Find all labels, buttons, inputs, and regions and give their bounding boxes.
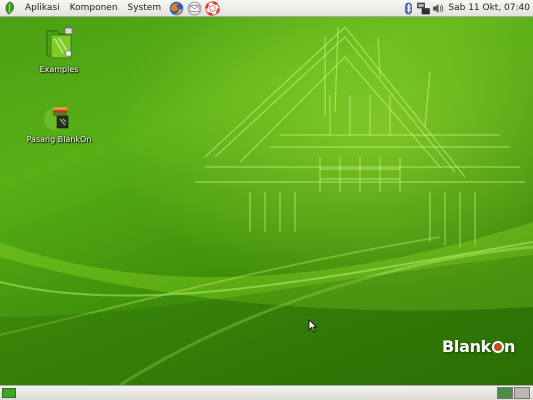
desktop[interactable]: Examples Pasang BlankOn Blank n	[0, 17, 533, 385]
system-tray: Sab 11 Okt, 07:40	[400, 0, 533, 17]
workspace-1[interactable]	[497, 387, 513, 399]
brand-text-start: Blank	[442, 337, 492, 356]
help-icon[interactable]	[205, 0, 221, 16]
show-desktop-button[interactable]	[2, 388, 16, 398]
bluetooth-icon[interactable]	[402, 2, 415, 15]
volume-icon[interactable]	[432, 2, 445, 15]
menu-komponen[interactable]: Komponen	[65, 0, 123, 17]
firefox-icon[interactable]	[169, 1, 184, 16]
desktop-icon-pasang-blankon[interactable]: Pasang BlankOn	[24, 101, 94, 145]
main-menu-logo-icon[interactable]	[3, 1, 17, 15]
mail-icon[interactable]	[187, 1, 202, 16]
desktop-icon-examples[interactable]: Examples	[24, 24, 94, 75]
desktop-icon-label: Examples	[39, 65, 79, 74]
menu-aplikasi[interactable]: Aplikasi	[20, 0, 65, 17]
brand-logo: Blank n	[442, 337, 515, 356]
workspace-2[interactable]	[514, 387, 530, 399]
brand-text-end: n	[504, 337, 516, 356]
mouse-cursor-icon	[308, 319, 318, 333]
installer-icon	[44, 107, 69, 130]
menu-system[interactable]: System	[123, 0, 167, 17]
clock[interactable]: Sab 11 Okt, 07:40	[448, 0, 530, 17]
desktop-icon-label: Pasang BlankOn	[26, 135, 92, 144]
folder-locked-icon	[46, 24, 73, 59]
brand-dot-icon	[491, 341, 504, 353]
network-icon[interactable]	[417, 2, 431, 15]
bottom-panel	[0, 385, 533, 400]
top-panel: Aplikasi Komponen System Sab 11 Okt, 07:…	[0, 0, 533, 17]
